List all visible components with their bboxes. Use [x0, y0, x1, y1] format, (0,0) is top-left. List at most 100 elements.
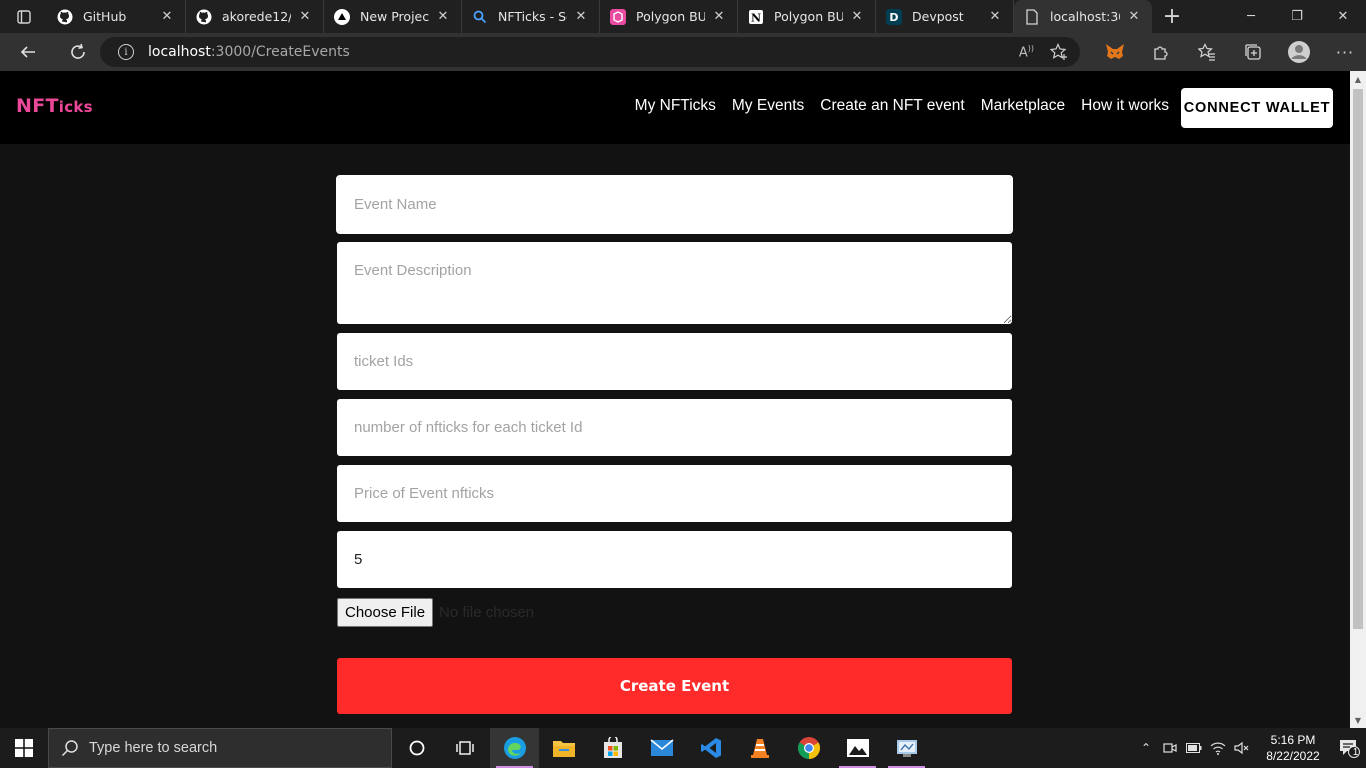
file-status-text: No file chosen	[439, 603, 535, 621]
window-controls: ─ ❐ ✕	[1228, 0, 1366, 33]
event-description-input[interactable]	[337, 242, 1012, 324]
taskbar-chrome[interactable]	[784, 728, 833, 768]
connect-wallet-button[interactable]: CONNECT WALLET	[1181, 88, 1333, 128]
extensions-button[interactable]	[1138, 33, 1184, 71]
notification-center-button[interactable]: 1	[1332, 738, 1366, 758]
quantity-input[interactable]	[337, 531, 1012, 588]
choose-file-button[interactable]: Choose File	[337, 597, 434, 627]
network-button[interactable]	[1206, 741, 1230, 755]
create-event-button[interactable]: Create Event	[337, 658, 1012, 714]
volume-button[interactable]	[1230, 741, 1254, 755]
tab-title: New Project -	[360, 9, 429, 24]
show-hidden-icons-button[interactable]: ⌃	[1134, 741, 1158, 755]
close-window-button[interactable]: ✕	[1320, 0, 1366, 33]
nav-how-it-works[interactable]: How it works	[1081, 97, 1169, 115]
close-icon[interactable]: ✕	[1126, 9, 1142, 25]
volume-muted-icon	[1234, 741, 1249, 755]
app-logo[interactable]: NFTicks	[16, 95, 93, 117]
tab-actions-button[interactable]	[0, 0, 47, 33]
scroll-down-arrow-icon[interactable]: ▼	[1350, 712, 1366, 728]
folder-icon	[552, 741, 575, 757]
taskbar-clock[interactable]: 5:16 PM 8/22/2022	[1254, 732, 1332, 764]
polygon-icon	[610, 8, 626, 25]
start-button[interactable]	[0, 728, 48, 768]
back-button[interactable]	[0, 33, 56, 71]
browser-tab-localhost[interactable]: localhost:300( ✕	[1014, 0, 1152, 33]
taskbar-apps	[392, 728, 931, 768]
browser-tab-notion[interactable]: N Polygon BUID ✕	[738, 0, 876, 33]
meet-now-button[interactable]	[1158, 741, 1182, 755]
tab-title: Polygon BUID	[636, 9, 705, 24]
github-icon	[196, 9, 212, 25]
scrollbar-thumb[interactable]	[1353, 89, 1363, 629]
read-aloud-icon[interactable]: A))	[1019, 44, 1034, 60]
event-price-input[interactable]	[337, 465, 1012, 522]
task-view-icon	[455, 741, 474, 755]
settings-menu-button[interactable]: ···	[1322, 33, 1366, 71]
close-icon[interactable]: ✕	[573, 9, 589, 25]
nav-create-event[interactable]: Create an NFT event	[820, 97, 964, 115]
close-icon[interactable]: ✕	[297, 9, 313, 25]
browser-tab-repo[interactable]: akorede12/NF ✕	[186, 0, 324, 33]
taskbar-vscode[interactable]	[686, 728, 735, 768]
snipping-icon	[896, 740, 917, 757]
event-name-input[interactable]	[336, 175, 1013, 234]
svg-text:N: N	[751, 11, 761, 24]
ticket-ids-input[interactable]	[337, 333, 1012, 390]
nav-my-nfticks[interactable]: My NFTicks	[635, 97, 716, 115]
favorites-button[interactable]	[1184, 33, 1230, 71]
taskbar-mail[interactable]	[637, 728, 686, 768]
close-icon[interactable]: ✕	[435, 9, 451, 25]
browser-tab-strip: GitHub ✕ akorede12/NF ✕ New Project - ✕ …	[0, 0, 1366, 33]
nfticks-per-ticket-input[interactable]	[337, 399, 1012, 456]
address-path: :3000/CreateEvents	[210, 44, 350, 60]
avatar-icon	[1288, 41, 1310, 63]
taskbar-snipping-tool[interactable]	[882, 728, 931, 768]
page-scrollbar[interactable]: ▲ ▼	[1350, 71, 1366, 728]
close-icon: ✕	[1337, 9, 1349, 24]
browser-tab-new-project[interactable]: New Project - ✕	[324, 0, 462, 33]
collections-button[interactable]	[1230, 33, 1276, 71]
profile-button[interactable]	[1276, 33, 1322, 71]
browser-tab-polygon[interactable]: Polygon BUID ✕	[600, 0, 738, 33]
scroll-up-arrow-icon[interactable]: ▲	[1350, 71, 1366, 87]
taskbar-store[interactable]	[588, 728, 637, 768]
battery-button[interactable]	[1182, 743, 1206, 753]
notion-icon: N	[748, 9, 764, 25]
taskbar-edge[interactable]	[490, 728, 539, 768]
fox-icon	[1106, 44, 1124, 59]
close-icon[interactable]: ✕	[849, 9, 865, 25]
nav-my-events[interactable]: My Events	[732, 97, 804, 115]
task-view-button[interactable]	[441, 728, 490, 768]
photos-icon	[846, 739, 869, 757]
windows-taskbar: Type here to search ⌃ 5:16 PM 8/22/2022 …	[0, 728, 1366, 768]
windows-logo-icon	[15, 739, 33, 757]
refresh-icon	[71, 43, 85, 59]
taskbar-search[interactable]: Type here to search	[48, 728, 392, 768]
browser-tab-devpost[interactable]: D Devpost ✕	[876, 0, 1014, 33]
tab-title: Devpost	[912, 9, 964, 24]
nav-marketplace[interactable]: Marketplace	[981, 97, 1065, 115]
collections-icon	[1245, 44, 1261, 60]
cortana-button[interactable]	[392, 728, 441, 768]
taskbar-vlc[interactable]	[735, 728, 784, 768]
tab-title: GitHub	[83, 9, 127, 24]
address-bar[interactable]: i localhost:3000/CreateEvents A))	[100, 37, 1080, 67]
new-tab-button[interactable]: +	[1152, 0, 1192, 33]
browser-tab-github[interactable]: GitHub ✕	[47, 0, 186, 33]
logo-main: NFT	[16, 95, 59, 117]
logo-small: icks	[58, 98, 93, 116]
refresh-button[interactable]	[56, 33, 100, 71]
more-icon: ···	[1335, 42, 1355, 62]
info-icon[interactable]: i	[118, 44, 134, 60]
browser-tab-search[interactable]: NFTicks - Sea ✕	[462, 0, 600, 33]
minimize-button[interactable]: ─	[1228, 0, 1274, 33]
metamask-extension-button[interactable]	[1092, 33, 1138, 71]
close-icon[interactable]: ✕	[711, 9, 727, 25]
taskbar-photos[interactable]	[833, 728, 882, 768]
close-icon[interactable]: ✕	[159, 9, 175, 25]
restore-button[interactable]: ❐	[1274, 0, 1320, 33]
taskbar-file-explorer[interactable]	[539, 728, 588, 768]
add-favorite-icon[interactable]	[1050, 43, 1068, 61]
close-icon[interactable]: ✕	[987, 9, 1003, 25]
